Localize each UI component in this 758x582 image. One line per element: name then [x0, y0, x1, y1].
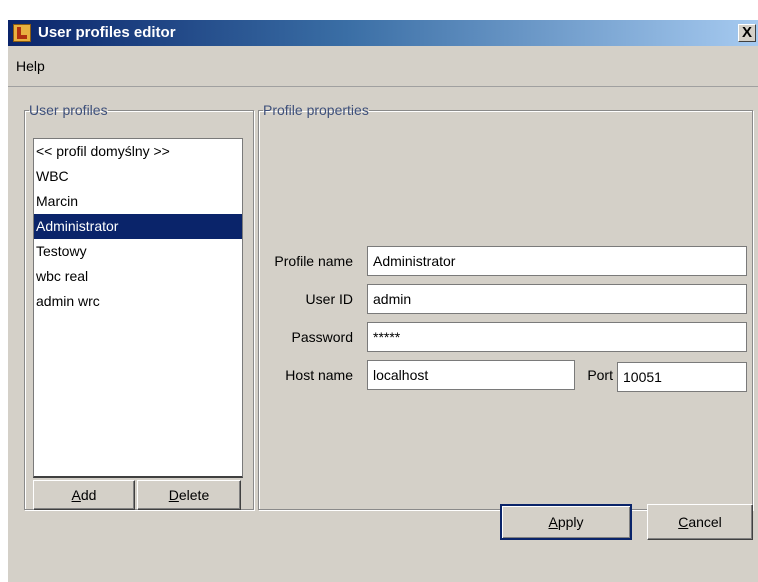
delete-button[interactable]: Delete: [137, 480, 241, 510]
user-profiles-group: User profiles << profil domyślny >> WBC Ma…: [24, 102, 254, 510]
menu-bar: Help: [8, 47, 758, 87]
profile-properties-legend: Profile properties: [263, 102, 369, 118]
profile-list-item[interactable]: wbc real: [34, 264, 242, 289]
window-title: User profiles editor: [38, 24, 176, 41]
delete-button-label: Delete: [168, 487, 210, 503]
profile-name-field[interactable]: Administrator: [367, 246, 747, 276]
add-button[interactable]: Add: [33, 480, 135, 510]
cancel-button-label: Cancel: [678, 514, 722, 530]
profile-list-item[interactable]: admin wrc: [34, 289, 242, 314]
password-label: Password: [291, 329, 353, 345]
profile-list-item[interactable]: WBC: [34, 164, 242, 189]
password-field[interactable]: *****: [367, 322, 747, 352]
port-label: Port: [587, 367, 613, 383]
profile-list-item[interactable]: Administrator: [34, 214, 242, 239]
host-name-label: Host name: [285, 367, 353, 383]
cancel-button[interactable]: Cancel: [647, 504, 753, 540]
apply-button-label: Apply: [548, 514, 584, 530]
menu-help[interactable]: Help: [16, 58, 45, 74]
profile-list-item[interactable]: Testowy: [34, 239, 242, 264]
profile-name-label: Profile name: [274, 253, 353, 269]
profile-list-item[interactable]: << profil domyślny >>: [34, 139, 242, 164]
profile-list-item[interactable]: Marcin: [34, 189, 242, 214]
user-profiles-legend: User profiles: [29, 102, 108, 118]
profile-properties-group: Profile properties Profile name Administ…: [258, 102, 753, 510]
profiles-list[interactable]: << profil domyślny >> WBC Marcin Administra…: [33, 138, 243, 478]
user-id-label: User ID: [305, 291, 353, 307]
add-button-label: Add: [71, 487, 97, 503]
apply-button[interactable]: Apply: [500, 504, 632, 540]
close-icon[interactable]: X: [738, 24, 756, 42]
profiles-editor-window: User profiles editor X Help User profile…: [8, 20, 758, 582]
port-field[interactable]: 10051: [617, 362, 747, 392]
app-icon: [13, 24, 31, 42]
title-bar[interactable]: User profiles editor X: [8, 20, 758, 46]
user-id-field[interactable]: admin: [367, 284, 747, 314]
